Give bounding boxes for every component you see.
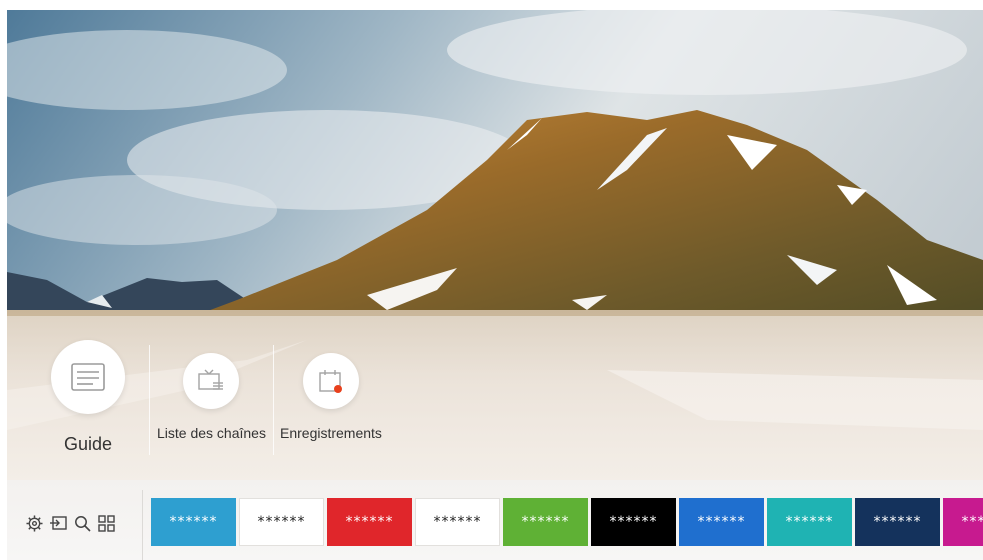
guide-label: Guide <box>63 434 113 454</box>
channel-tile[interactable]: ****** <box>943 498 983 546</box>
channel-tile[interactable]: ****** <box>415 498 500 546</box>
tv-screen: Guide Liste des chaînes Enregistrements … <box>7 10 983 560</box>
channel-tile[interactable]: ****** <box>679 498 764 546</box>
apps-grid-icon[interactable] <box>97 514 115 532</box>
channel-tile[interactable]: ****** <box>855 498 940 546</box>
apps-panel <box>7 316 983 480</box>
app-channel-list[interactable]: Liste des chaînes <box>157 353 266 441</box>
channel-tile[interactable]: ****** <box>503 498 588 546</box>
app-divider <box>273 345 274 455</box>
channel-tile[interactable]: ****** <box>239 498 324 546</box>
channel-tile[interactable]: ****** <box>151 498 236 546</box>
app-divider <box>149 345 150 455</box>
channel-list-circle <box>183 353 240 409</box>
channel-tile[interactable]: ****** <box>591 498 676 546</box>
channel-list-icon <box>198 369 224 390</box>
channel-tile[interactable]: ****** <box>327 498 412 546</box>
recordings-circle <box>302 353 359 409</box>
channel-list-label: Liste des chaînes <box>157 425 266 441</box>
toolbar-separator <box>142 490 143 560</box>
guide-circle <box>51 340 125 414</box>
recordings-label: Enregistrements <box>280 425 382 441</box>
guide-icon <box>71 363 105 391</box>
toolbar-icons <box>25 514 115 532</box>
app-recordings[interactable]: Enregistrements <box>280 353 382 441</box>
search-icon[interactable] <box>73 514 91 532</box>
channel-tiles: ****** ****** ****** ****** ****** *****… <box>151 498 983 546</box>
channel-tile[interactable]: ****** <box>767 498 852 546</box>
app-guide[interactable]: Guide <box>51 340 125 455</box>
settings-icon[interactable] <box>25 514 43 532</box>
source-icon[interactable] <box>49 514 67 532</box>
recordings-icon <box>319 370 342 393</box>
